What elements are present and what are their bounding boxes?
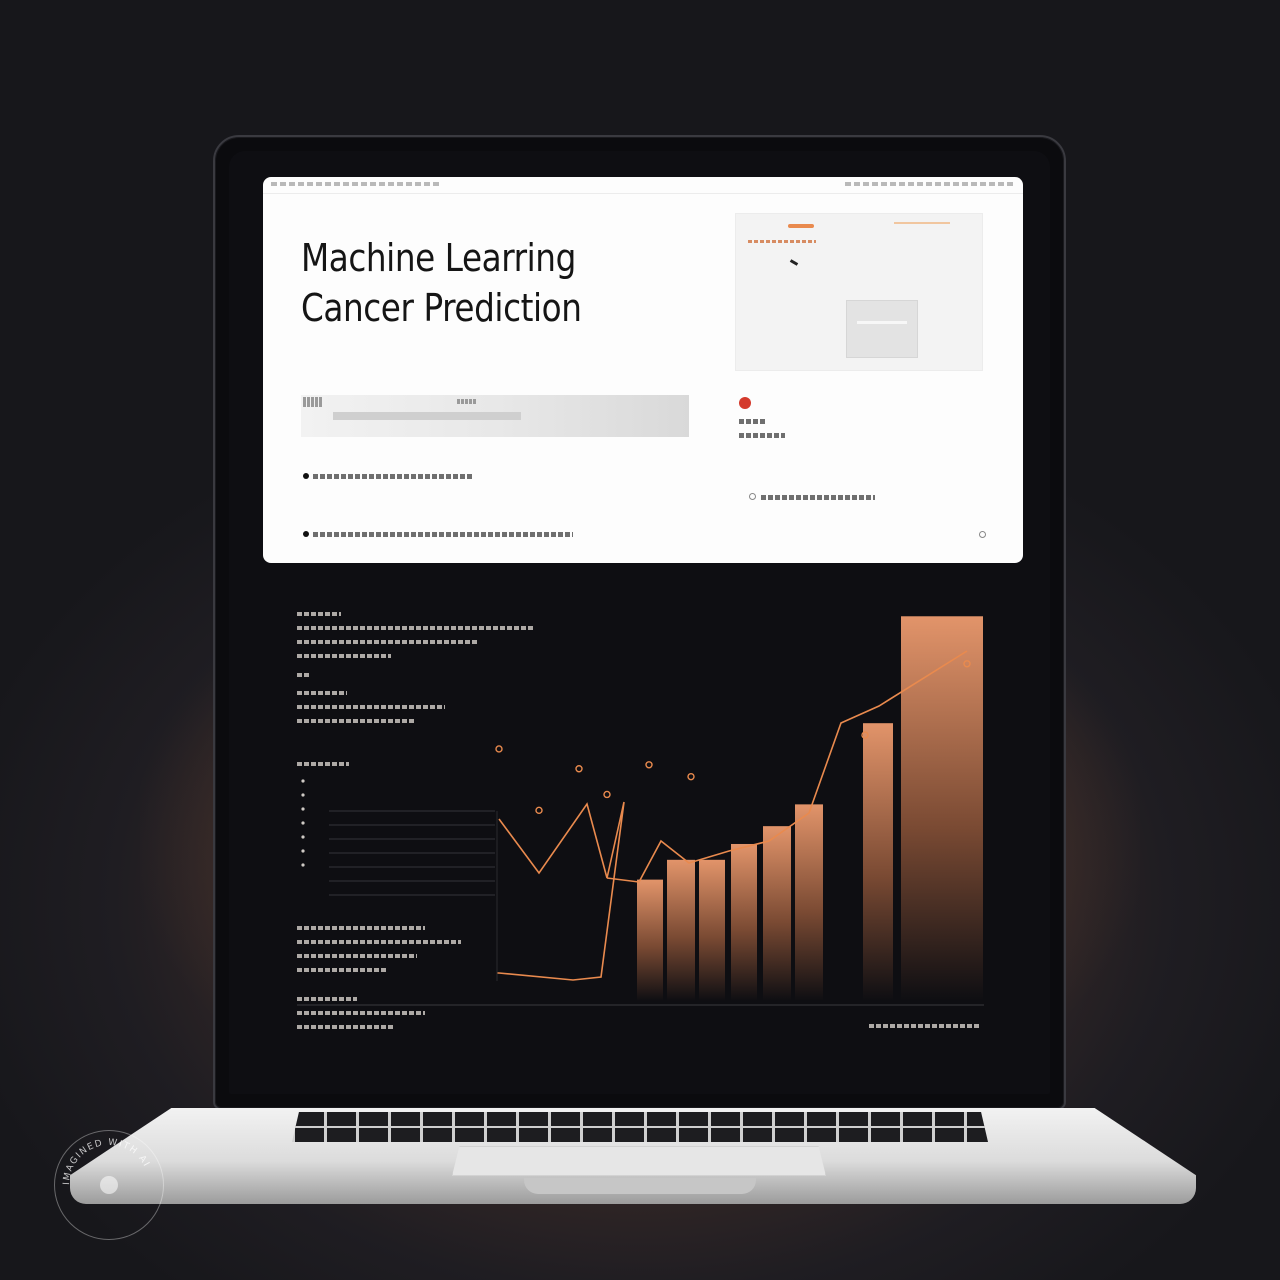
- trackpad: [452, 1146, 826, 1176]
- chart-tick-mark: [301, 807, 305, 811]
- laptop-lid: Machine Learring Cancer Prediction: [213, 135, 1066, 1110]
- chart-tick-mark: [301, 779, 305, 783]
- chart-point: [535, 806, 543, 815]
- chart-bar: [763, 826, 791, 1001]
- laptop-screen: Machine Learring Cancer Prediction: [229, 151, 1050, 1094]
- chart-bar: [863, 723, 893, 1001]
- keyboard: [292, 1112, 988, 1142]
- chart: [297, 616, 984, 1006]
- chart-bar: [795, 804, 823, 1001]
- scene: Machine Learring Cancer Prediction IMAGI…: [0, 0, 1280, 1280]
- chart-point: [495, 745, 503, 753]
- chart-tick-mark: [301, 821, 305, 825]
- chart-point: [575, 765, 583, 773]
- chart-tick-mark: [301, 863, 305, 867]
- lid-notch: [524, 1178, 756, 1194]
- chart-bar: [667, 859, 695, 1001]
- watermark-ring-text: IMAGINED WITH AI: [62, 1138, 150, 1194]
- chart-bar: [901, 616, 983, 1001]
- chart-bar: [731, 843, 757, 1001]
- chart-gridlines: [301, 779, 495, 896]
- chart-line-tangle: [497, 801, 625, 981]
- chart-tick-mark: [301, 849, 305, 853]
- chart-bar: [637, 879, 663, 1001]
- chart-point: [603, 790, 611, 799]
- watermark-logo: IMAGINED WITH AI: [54, 1130, 164, 1240]
- chart-tick-mark: [301, 835, 305, 839]
- chart-point: [645, 761, 653, 769]
- chart-tick-mark: [301, 793, 305, 797]
- chart-point: [687, 772, 695, 781]
- chart-bar: [699, 859, 725, 1001]
